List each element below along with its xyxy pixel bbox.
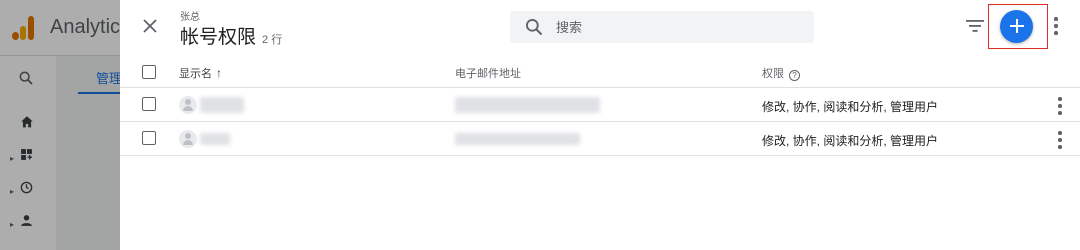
more-vert-icon[interactable]	[1052, 17, 1060, 35]
redacted-name	[200, 133, 230, 145]
column-header-name[interactable]: 显示名 ↑	[179, 65, 222, 81]
modal-scrim[interactable]	[0, 0, 120, 250]
row-count: 2 行	[262, 34, 283, 46]
table-header-row: 显示名 ↑ 电子邮件地址 权限?	[120, 56, 1080, 88]
select-all-checkbox[interactable]	[142, 65, 156, 79]
row-checkbox[interactable]	[142, 97, 156, 111]
column-header-permissions: 权限?	[762, 65, 800, 81]
row-more-vert-icon[interactable]	[1056, 97, 1064, 115]
row-checkbox[interactable]	[142, 131, 156, 145]
table-row[interactable]: 修改, 协作, 阅读和分析, 管理用户	[120, 88, 1080, 122]
permissions-text: 修改, 协作, 阅读和分析, 管理用户	[762, 134, 939, 148]
account-permissions-panel: 张总 帐号权限2 行 显示名↑ 电子邮件地址 权限? 修改, 协	[120, 0, 1080, 250]
filter-icon[interactable]	[965, 18, 985, 34]
row-more-vert-icon[interactable]	[1056, 131, 1064, 149]
search-icon	[526, 19, 543, 36]
page-title-container: 帐号权限 2 行	[180, 22, 282, 49]
add-user-button[interactable]	[1000, 10, 1033, 43]
breadcrumb: 张总	[180, 12, 200, 23]
page-title: 帐号权限	[180, 27, 257, 48]
avatar-icon	[179, 96, 197, 114]
search-box[interactable]	[510, 11, 814, 43]
search-input[interactable]	[556, 17, 796, 37]
redacted-name	[200, 97, 244, 113]
column-header-email[interactable]: 电子邮件地址	[455, 65, 521, 81]
permissions-text: 修改, 协作, 阅读和分析, 管理用户	[762, 100, 939, 114]
redacted-email	[455, 97, 600, 113]
redacted-email	[455, 133, 580, 145]
close-button[interactable]	[138, 14, 162, 38]
add-icon	[1009, 19, 1024, 33]
avatar-icon	[179, 130, 197, 148]
close-icon	[143, 19, 157, 33]
help-icon[interactable]: ?	[789, 70, 800, 81]
table-row[interactable]: 修改, 协作, 阅读和分析, 管理用户	[120, 122, 1080, 156]
sort-arrow-icon: ↑	[216, 66, 222, 80]
